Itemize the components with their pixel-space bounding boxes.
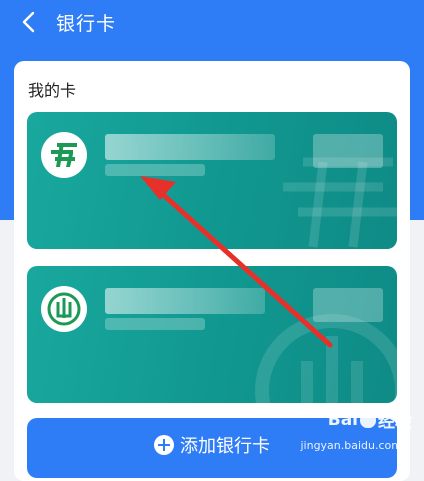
watermark-url: jingyan.baidu.com (300, 439, 402, 452)
baidu-brand-prefix: Bai (327, 409, 358, 430)
annotation-arrow (140, 176, 333, 348)
baidu-brand-suffix: 经验 (378, 412, 412, 432)
baidu-paw-icon (360, 411, 376, 428)
baidu-watermark: Bai 经验 (327, 407, 412, 433)
